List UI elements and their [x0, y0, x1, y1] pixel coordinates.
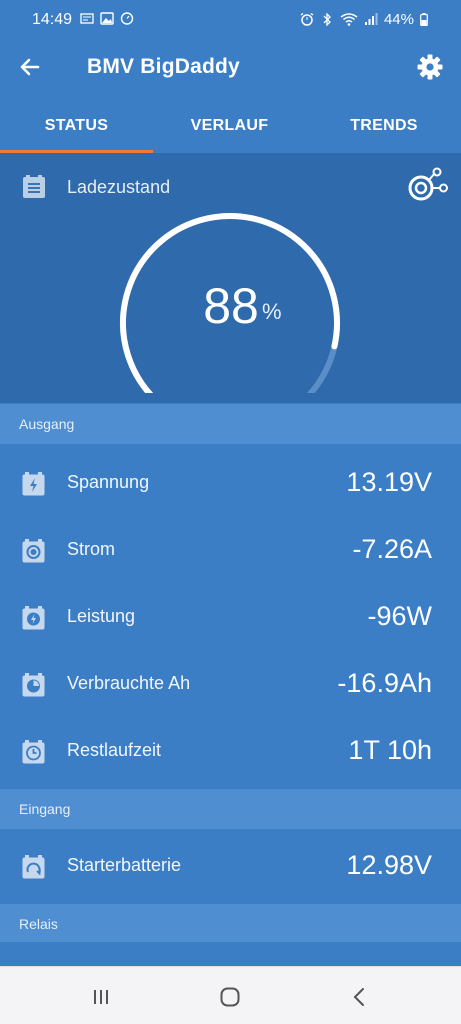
home-icon[interactable] [216, 983, 244, 1011]
row-value: -7.26A [352, 534, 432, 564]
soc-value: 88 [203, 278, 259, 334]
row-label: Starterbatterie [67, 855, 182, 875]
status-time: 14:49 [32, 11, 73, 28]
section-header-eingang: Eingang [0, 789, 461, 829]
status-bar: 14:49 44% [0, 0, 461, 38]
battery-starter-icon [22, 855, 45, 879]
recent-apps-icon[interactable] [87, 983, 115, 1011]
row-value: -16.9Ah [337, 668, 432, 698]
section-header-relais: Relais [0, 904, 461, 942]
section-header-ausgang: Ausgang [0, 404, 461, 444]
bluetooth-icon [323, 13, 331, 26]
signal-icon [364, 13, 378, 25]
section-label: Relais [19, 916, 58, 932]
row-value: -96W [367, 601, 432, 631]
battery-power-icon [22, 606, 45, 630]
list-item-starterbatterie[interactable]: Starterbatterie 12.98V [0, 833, 461, 900]
row-value: 13.19V [346, 467, 432, 497]
tab-bar: STATUS VERLAUF TRENDS [0, 98, 461, 153]
app-bar: BMV BigDaddy [0, 38, 461, 98]
battery-bolt-icon [22, 472, 45, 496]
page-title: BMV BigDaddy [87, 55, 240, 78]
list-item-strom[interactable]: Strom -7.26A [0, 517, 461, 584]
battery-dot-icon [22, 539, 45, 563]
news-icon [80, 13, 94, 24]
arrow-left-icon[interactable] [16, 53, 44, 81]
battery-list-icon [23, 175, 45, 198]
soc-unit: % [262, 299, 282, 324]
system-nav-bar [0, 966, 461, 1024]
row-label: Verbrauchte Ah [67, 673, 191, 693]
tab-verlauf[interactable]: VERLAUF [153, 98, 306, 153]
wifi-icon [340, 13, 358, 26]
row-label: Restlaufzeit [67, 740, 162, 760]
battery-percent: 44% [383, 11, 414, 28]
row-label: Spannung [67, 472, 150, 492]
alarm-icon [300, 13, 314, 26]
row-value: 12.98V [346, 850, 432, 880]
list-item-restlaufzeit[interactable]: Restlaufzeit 1T 10h [0, 718, 461, 785]
image-icon [100, 12, 114, 25]
tab-trends[interactable]: TRENDS [307, 98, 461, 153]
battery-icon [420, 13, 428, 26]
row-value: 1T 10h [348, 735, 432, 765]
timer-icon [120, 12, 134, 25]
battery-pie-icon [22, 673, 45, 697]
section-label: Ausgang [19, 416, 75, 432]
relais-list-partial [0, 942, 461, 966]
gear-icon[interactable] [415, 52, 445, 82]
section-label: Eingang [19, 801, 71, 817]
tab-status[interactable]: STATUS [0, 98, 153, 153]
device-link-icon[interactable] [405, 167, 449, 207]
row-label: Strom [67, 539, 116, 559]
row-label: Leistung [67, 606, 136, 626]
list-item-spannung[interactable]: Spannung 13.19V [0, 450, 461, 517]
state-of-charge-panel: Ladezustand 88 % [0, 153, 461, 403]
list-item-leistung[interactable]: Leistung -96W [0, 584, 461, 651]
list-item-verbrauchte-ah[interactable]: Verbrauchte Ah -16.9Ah [0, 651, 461, 718]
back-icon[interactable] [346, 983, 374, 1011]
battery-clock-icon [22, 740, 45, 764]
